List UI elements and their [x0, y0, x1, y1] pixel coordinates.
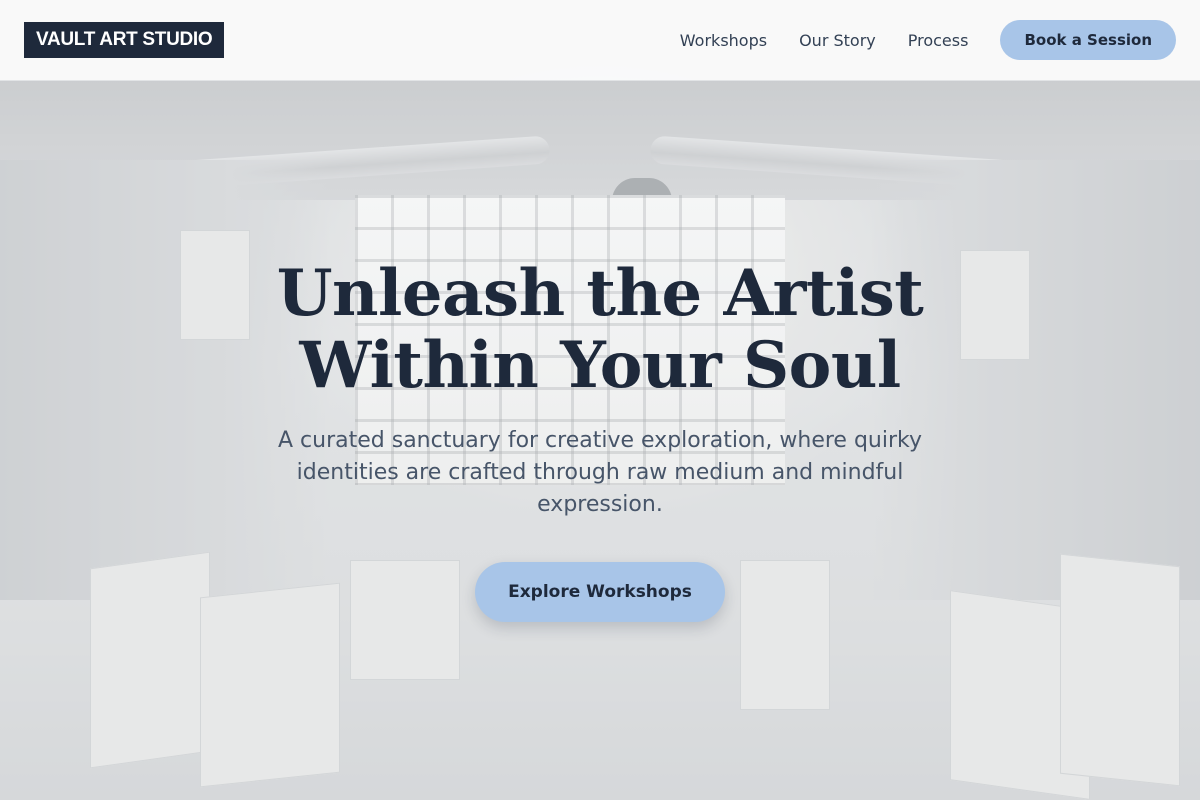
explore-workshops-button[interactable]: Explore Workshops	[475, 562, 725, 622]
hero-headline-line-1: Unleash the Artist	[276, 256, 924, 331]
hero-headline-line-2: Within Your Soul	[299, 328, 901, 403]
hero-subtitle: A curated sanctuary for creative explora…	[278, 428, 922, 517]
hero-headline: Unleash the Artist Within Your Soul	[200, 258, 1000, 402]
hero-section: Unleash the Artist Within Your Soul A cu…	[0, 0, 1200, 800]
